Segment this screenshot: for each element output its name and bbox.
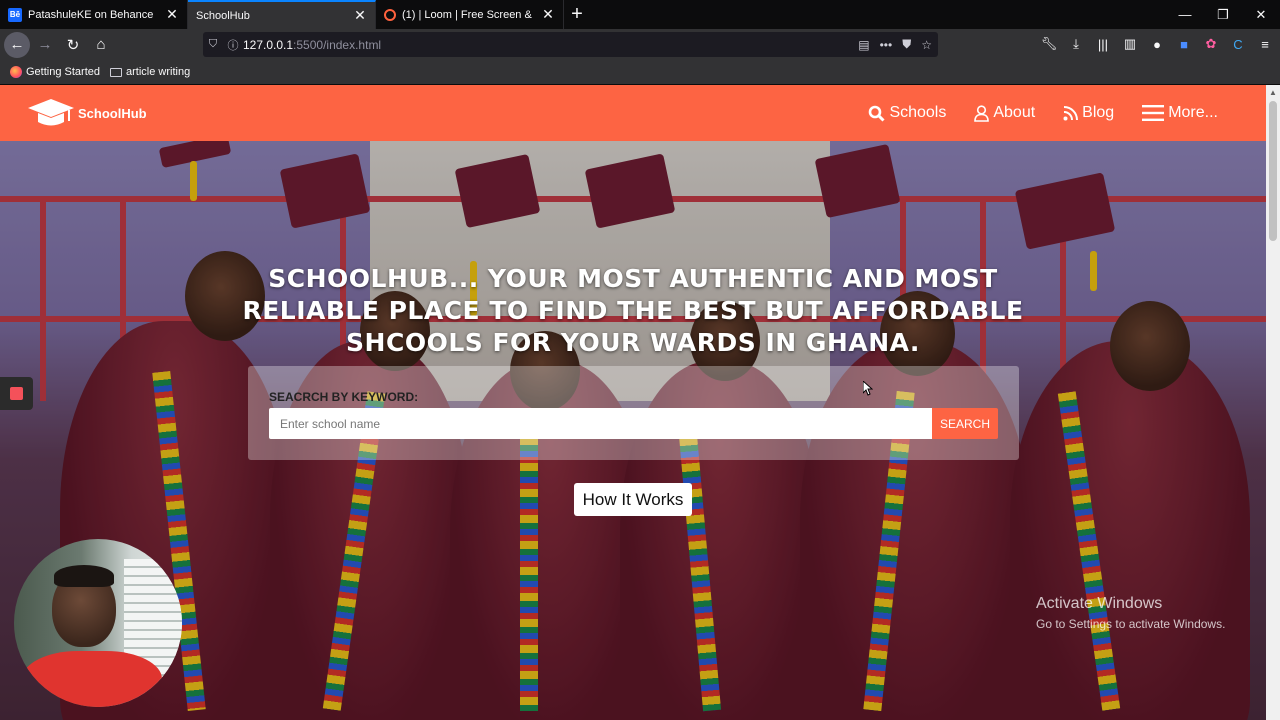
firefox-icon bbox=[10, 66, 22, 78]
shield-icon[interactable]: ⛉ bbox=[203, 38, 223, 51]
behance-icon: Bē bbox=[8, 7, 22, 22]
bookmark-star-icon[interactable]: ☆ bbox=[921, 38, 932, 52]
watermark-subtitle: Go to Settings to activate Windows. bbox=[1036, 617, 1226, 631]
bookmark-article-writing[interactable]: article writing bbox=[110, 66, 190, 78]
scrollbar-thumb[interactable] bbox=[1269, 101, 1277, 241]
home-button[interactable]: ⌂ bbox=[88, 32, 114, 58]
search-icon bbox=[869, 105, 885, 122]
tab-label: SchoolHub bbox=[196, 9, 250, 22]
main-nav: Schools About Blog More... bbox=[868, 85, 1218, 141]
nav-blog[interactable]: Blog bbox=[1063, 104, 1114, 122]
graduation-cap-icon bbox=[28, 99, 74, 126]
tab-label: PatashuleKE on Behance bbox=[28, 8, 154, 21]
window-controls: — ❐ ✕ bbox=[1166, 0, 1280, 29]
minimize-icon[interactable]: — bbox=[1166, 0, 1204, 29]
nav-schools[interactable]: Schools bbox=[868, 104, 946, 122]
nav-label: More... bbox=[1168, 104, 1218, 121]
webcam-bubble[interactable] bbox=[14, 539, 182, 707]
site-logo[interactable]: SchoolHub bbox=[26, 97, 147, 129]
info-icon[interactable]: ⓘ bbox=[223, 37, 243, 53]
reader-view-icon[interactable]: ▤ bbox=[858, 38, 869, 52]
nav-about[interactable]: About bbox=[974, 104, 1035, 122]
address-bar[interactable]: ⛉ ⓘ 127.0.0.1:5500/index.html ▤ ••• ⛊ ☆ bbox=[203, 32, 938, 57]
new-tab-button[interactable]: + bbox=[564, 0, 590, 29]
bookmark-label: Getting Started bbox=[26, 66, 100, 78]
search-panel: Seacrch by keyword: SEARCH bbox=[248, 366, 1019, 460]
browser-toolbar: ← → ↻ ⌂ ⛉ ⓘ 127.0.0.1:5500/index.html ▤ … bbox=[0, 29, 1280, 60]
nav-label: Blog bbox=[1082, 104, 1115, 121]
bookmark-label: article writing bbox=[126, 66, 191, 78]
account-icon[interactable]: ● bbox=[1148, 37, 1166, 52]
watermark-title: Activate Windows bbox=[1036, 595, 1163, 612]
webcam-hair bbox=[54, 565, 114, 587]
how-it-works-button[interactable]: How It Works bbox=[574, 483, 692, 516]
nav-label: About bbox=[993, 104, 1036, 121]
scroll-up-icon[interactable]: ▲ bbox=[1266, 85, 1280, 99]
site-header: SchoolHub Schools About Blog More... bbox=[0, 85, 1266, 141]
hero-headline: SCHOOLHUB... YOUR MOST AUTHENTIC AND MOS… bbox=[242, 264, 1024, 357]
tab-behance[interactable]: Bē PatashuleKE on Behance ✕ bbox=[0, 0, 188, 29]
back-button[interactable]: ← bbox=[4, 31, 30, 58]
close-icon[interactable]: ✕ bbox=[541, 6, 555, 23]
restore-icon[interactable]: ❐ bbox=[1204, 0, 1242, 29]
url-host: 127.0.0.1 bbox=[243, 37, 294, 52]
library-icon[interactable]: ||| bbox=[1094, 37, 1112, 52]
tab-loom[interactable]: (1) | Loom | Free Screen & Vide ✕ bbox=[376, 0, 564, 29]
close-window-icon[interactable]: ✕ bbox=[1242, 0, 1280, 29]
rss-icon bbox=[1063, 105, 1079, 120]
loom-record-control[interactable] bbox=[0, 377, 33, 410]
loom-icon bbox=[384, 8, 396, 21]
url-path: :5500/index.html bbox=[293, 37, 382, 52]
download-icon[interactable]: ⤓ bbox=[1067, 36, 1085, 52]
close-icon[interactable]: ✕ bbox=[165, 6, 179, 23]
extension-color-icon[interactable]: ✿ bbox=[1202, 36, 1220, 52]
toolbar-icons: 🔧︎ ⤓ ||| ▥ ● ■ ✿ C ≡ bbox=[1040, 31, 1274, 57]
page-actions-icon[interactable]: ••• bbox=[880, 38, 893, 52]
forward-button[interactable]: → bbox=[32, 32, 58, 58]
page-scrollbar[interactable]: ▲ bbox=[1266, 85, 1280, 720]
mouse-cursor-icon bbox=[863, 381, 873, 396]
folder-icon bbox=[110, 67, 122, 77]
stop-icon bbox=[10, 387, 23, 400]
sidebar-icon[interactable]: ▥ bbox=[1121, 36, 1139, 52]
hamburger-icon bbox=[1142, 105, 1165, 121]
brand-name: SchoolHub bbox=[78, 105, 147, 121]
nav-label: Schools bbox=[889, 104, 947, 121]
menu-icon[interactable]: ≡ bbox=[1256, 37, 1274, 52]
browser-tab-bar: Bē PatashuleKE on Behance ✕ SchoolHub ✕ … bbox=[0, 0, 1280, 29]
bookmark-getting-started[interactable]: Getting Started bbox=[10, 66, 100, 78]
tab-label: (1) | Loom | Free Screen & Vide bbox=[402, 8, 535, 21]
bookmarks-bar: Getting Started article writing bbox=[0, 60, 1280, 85]
search-button[interactable]: SEARCH bbox=[932, 408, 998, 439]
reload-button[interactable]: ↻ bbox=[60, 32, 86, 58]
wrench-icon[interactable]: 🔧︎ bbox=[1040, 36, 1058, 52]
search-label: Seacrch by keyword: bbox=[269, 390, 419, 404]
windows-activation-watermark: Activate Windows Go to Settings to activ… bbox=[1036, 595, 1225, 631]
extension-c-icon[interactable]: C bbox=[1229, 37, 1247, 52]
tab-schoolhub[interactable]: SchoolHub ✕ bbox=[188, 0, 376, 29]
pocket-icon[interactable]: ⛊ bbox=[902, 37, 911, 52]
page-viewport: SchoolHub Schools About Blog More... SCH… bbox=[0, 85, 1266, 720]
nav-more[interactable]: More... bbox=[1142, 104, 1218, 122]
close-icon[interactable]: ✕ bbox=[353, 7, 367, 24]
extension-zoom-icon[interactable]: ■ bbox=[1175, 37, 1193, 52]
webcam-shirt bbox=[22, 651, 162, 707]
school-search-input[interactable] bbox=[269, 408, 932, 439]
user-icon bbox=[974, 104, 990, 122]
